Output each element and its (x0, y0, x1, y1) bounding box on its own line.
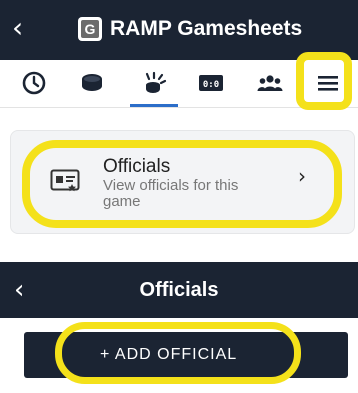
app-title: RAMP Gamesheets (110, 17, 303, 40)
menu-highlight (296, 52, 352, 110)
goal-light-icon (145, 71, 167, 93)
tab-team[interactable] (248, 60, 292, 106)
tab-puck[interactable] (70, 60, 114, 106)
app-logo: G (78, 17, 102, 41)
clock-icon (22, 71, 46, 95)
officials-header: ‹ Officials (0, 262, 358, 318)
puck-icon (82, 74, 102, 91)
active-tab-indicator (130, 104, 178, 107)
officials-header-title: Officials (139, 279, 219, 301)
tab-goal[interactable] (132, 60, 176, 106)
tab-clock[interactable] (12, 60, 56, 106)
scoreboard-icon: 0:0 (199, 75, 223, 91)
tab-scoreboard[interactable]: 0:0 (189, 60, 233, 106)
officials-card-highlight (22, 140, 342, 228)
svg-text:0:0: 0:0 (203, 80, 219, 90)
back-chevron-icon[interactable]: ‹ (12, 8, 23, 48)
team-icon (257, 75, 283, 91)
app-header: ‹ G RAMP Gamesheets (0, 0, 358, 60)
add-official-highlight (55, 322, 301, 384)
logo-letter: G (81, 20, 99, 38)
